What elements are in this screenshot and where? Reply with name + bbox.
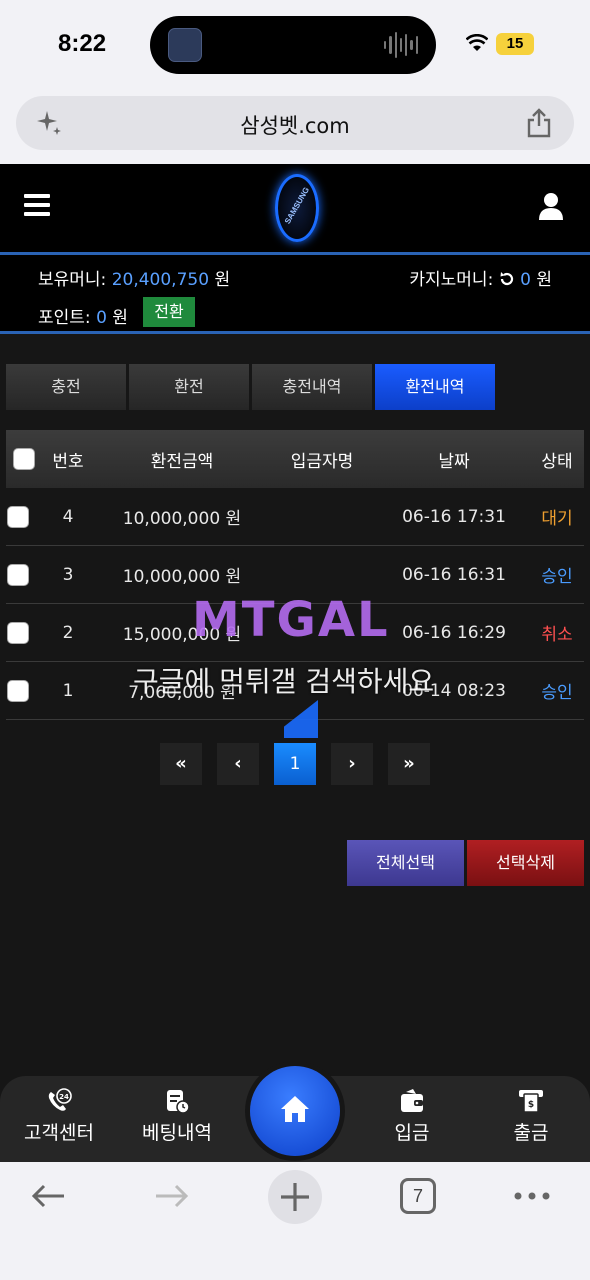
nav-deposit[interactable]: 입금 [357,1088,467,1145]
tab-charge[interactable]: 충전 [6,364,126,410]
url-text[interactable]: 삼성벳.com [16,110,574,140]
nav-support[interactable]: 24 고객센터 [4,1088,114,1145]
nav-support-label: 고객센터 [24,1122,94,1144]
page-next-button[interactable]: › [331,743,373,785]
tab-exchange[interactable]: 환전 [129,364,249,410]
user-icon[interactable] [538,192,564,220]
now-playing-artwork [168,28,202,62]
page-last-button[interactable]: » [388,743,430,785]
holding-money: 보유머니: 20,400,750 원 [38,265,230,290]
receipt-icon [167,1090,190,1114]
balance-divider [0,331,590,334]
casino-label: 카지노머니: [409,270,494,290]
status-bar: 8:22 15 [0,0,590,90]
new-tab-button[interactable] [268,1170,322,1224]
casino-unit: 원 [536,270,552,290]
tabs-count-button[interactable]: 7 [400,1178,436,1214]
logo-text: SAMSUNG [282,185,312,226]
header-depositor: 입금자명 [290,451,354,472]
nav-bet-history-label: 베팅내역 [142,1122,212,1144]
battery-indicator: 15 [496,33,534,55]
wallet-icon [401,1089,423,1112]
row-number: 2 [62,622,74,643]
balance-panel: 보유머니: 20,400,750 원 카지노머니: 0 원 포인트: 0 원 전… [0,255,590,331]
tab-bar: 충전 환전 충전내역 환전내역 [6,364,586,410]
site-header: SAMSUNG [0,164,590,252]
row-checkbox[interactable] [7,621,29,644]
status-time: 8:22 [58,30,107,57]
nav-deposit-label: 입금 [394,1122,430,1144]
row-checkbox[interactable] [7,563,29,586]
nav-bet-history[interactable]: 베팅내역 [122,1088,232,1145]
page-first-button[interactable]: « [160,743,202,785]
balance-unit: 원 [214,270,231,290]
balance-label: 보유머니: [38,270,107,290]
more-icon[interactable] [512,1176,552,1216]
point-label: 포인트: [38,308,91,328]
wifi-icon [466,34,488,51]
convert-button[interactable]: 전환 [143,297,195,327]
tab-exchange-history[interactable]: 환전내역 [375,364,495,410]
header-date: 날짜 [438,451,470,472]
delete-selected-button[interactable]: 선택삭제 [467,840,584,886]
site-logo[interactable]: SAMSUNG [275,174,319,242]
home-icon [281,1096,309,1122]
home-button[interactable] [250,1066,340,1156]
svg-text:24: 24 [59,1093,69,1101]
row-checkbox[interactable] [7,679,29,702]
row-number: 1 [62,680,74,701]
address-bar[interactable]: 삼성벳.com [16,96,574,150]
support-24-icon: 24 [48,1088,72,1111]
point-unit: 원 [112,308,128,328]
casino-money: 카지노머니: 0 원 [409,265,552,290]
row-status: 취소 [541,625,573,645]
forward-arrow-icon[interactable] [152,1176,192,1216]
svg-text:$: $ [528,1100,534,1110]
select-all-checkbox-cell [6,430,42,488]
header-status: 상태 [541,451,573,472]
row-status: 대기 [541,509,573,529]
points: 포인트: 0 원 [38,303,128,328]
row-amount: 10,000,000 원 [122,509,242,529]
row-checkbox[interactable] [7,505,29,528]
browser-toolbar: 7 [0,1162,590,1280]
row-number: 3 [62,564,74,585]
nav-withdraw-label: 출금 [513,1122,549,1144]
header-amount: 환전금액 [150,451,214,472]
audio-wave-icon [384,30,418,60]
balance-value: 20,400,750 [111,270,210,290]
cash-out-icon: $ [519,1090,543,1113]
tab-charge-history[interactable]: 충전내역 [252,364,372,410]
watermark-text: 구글에 먹튀갤 검색하세요 [133,665,435,698]
point-value: 0 [96,308,107,328]
row-date: 06-16 16:31 [402,564,506,585]
row-depositor [262,488,382,545]
share-icon[interactable] [526,108,552,138]
back-arrow-icon[interactable] [28,1176,68,1216]
page-current-button[interactable]: 1 [274,743,316,785]
header-number: 번호 [52,451,84,472]
dynamic-island [150,16,436,74]
nav-withdraw[interactable]: $ 출금 [476,1088,586,1145]
select-all-checkbox[interactable] [13,448,35,470]
row-status: 승인 [541,683,573,703]
hamburger-icon[interactable] [24,194,50,216]
row-date: 06-16 17:31 [402,506,506,527]
row-date: 06-16 16:29 [402,622,506,643]
select-all-button[interactable]: 전체선택 [347,840,464,886]
row-status: 승인 [541,567,573,587]
page-prev-button[interactable]: ‹ [217,743,259,785]
browser-address-area: 삼성벳.com [0,90,590,164]
watermark-logo: MTGAL [192,592,390,648]
casino-value: 0 [520,270,531,290]
plus-icon [281,1183,309,1211]
refresh-icon[interactable] [499,271,515,287]
row-number: 4 [62,506,74,527]
table-row[interactable]: 4 10,000,000 원 06-16 17:31 대기 [6,488,584,546]
table-header: 번호 환전금액 입금자명 날짜 상태 [6,430,584,488]
